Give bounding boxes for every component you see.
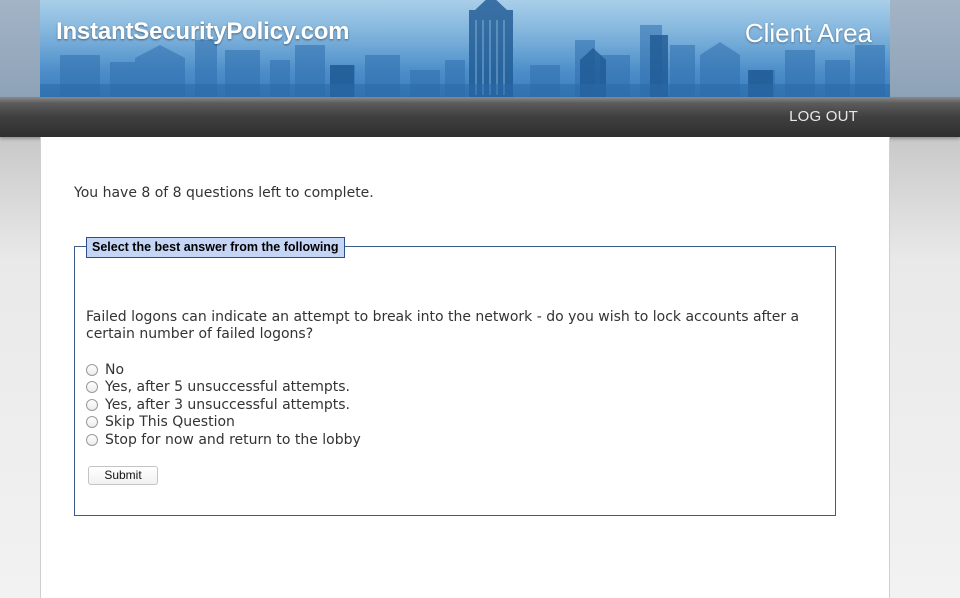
answer-option-skip[interactable]: Skip This Question (86, 414, 361, 432)
banner-side-right (890, 0, 960, 97)
answer-option-label: Yes, after 5 unsuccessful attempts. (105, 379, 351, 396)
question-legend: Select the best answer from the followin… (86, 237, 345, 258)
answer-option-yes-3-attempts[interactable]: Yes, after 3 unsuccessful attempts. (86, 396, 361, 414)
answer-option-label: Stop for now and return to the lobby (105, 431, 361, 448)
progress-text: You have 8 of 8 questions left to comple… (74, 185, 374, 201)
site-logo-text[interactable]: InstantSecurityPolicy.com (56, 18, 350, 46)
answer-option-label: No (105, 361, 125, 378)
answer-option-label: Skip This Question (105, 414, 235, 431)
radio-button[interactable] (86, 381, 98, 394)
banner-side-left (0, 0, 40, 97)
answer-options: No Yes, after 5 unsuccessful attempts. Y… (86, 361, 361, 449)
main-content-panel: You have 8 of 8 questions left to comple… (40, 137, 890, 598)
radio-button[interactable] (86, 398, 98, 411)
submit-button[interactable]: Submit (88, 466, 158, 485)
nav-bar: LOG OUT (0, 97, 960, 137)
header-banner: InstantSecurityPolicy.com Client Area (40, 0, 890, 97)
answer-option-no[interactable]: No (86, 361, 361, 379)
radio-button[interactable] (86, 363, 98, 376)
question-fieldset: Select the best answer from the followin… (74, 237, 836, 516)
question-text: Failed logons can indicate an attempt to… (86, 309, 800, 342)
answer-option-yes-5-attempts[interactable]: Yes, after 5 unsuccessful attempts. (86, 379, 361, 397)
client-area-title: Client Area (744, 18, 872, 48)
logout-link[interactable]: LOG OUT (789, 108, 858, 125)
answer-option-label: Yes, after 3 unsuccessful attempts. (105, 396, 351, 413)
radio-button[interactable] (86, 433, 98, 446)
radio-button[interactable] (86, 416, 98, 429)
answer-option-stop[interactable]: Stop for now and return to the lobby (86, 431, 361, 449)
